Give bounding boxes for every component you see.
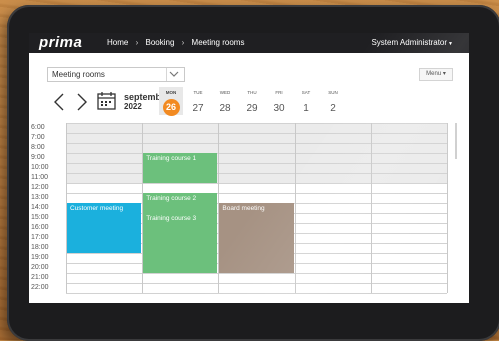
hour-row-line <box>66 153 447 154</box>
calendar-event-training-course-1[interactable]: Training course 1 <box>143 153 218 183</box>
event-title: Training course 1 <box>146 155 197 162</box>
breadcrumb-booking[interactable]: Booking <box>145 38 174 47</box>
time-label: 15:00 <box>31 214 49 221</box>
time-label: 19:00 <box>31 254 49 261</box>
calendar-toolbar: Meeting rooms Menu ▾ september 2022 MON 2… <box>29 53 469 123</box>
event-title: Board meeting <box>222 205 265 212</box>
time-label: 12:00 <box>31 184 49 191</box>
day-header-wed[interactable]: WED 28 <box>213 90 237 117</box>
resource-select-value: Meeting rooms <box>52 70 105 79</box>
today-date-badge: 26 <box>162 99 180 116</box>
breadcrumb-separator-icon: › <box>135 38 139 47</box>
time-label: 16:00 <box>31 224 49 231</box>
day-header-sun[interactable]: SUN 2 <box>321 90 345 117</box>
non-working-hours-band <box>66 153 447 183</box>
day-header-fri[interactable]: FRI 30 <box>267 90 291 117</box>
breadcrumb-home[interactable]: Home <box>107 38 128 47</box>
top-navigation-bar: prima Home › Booking › Meeting rooms Sys… <box>29 33 469 53</box>
hour-row-line <box>66 123 447 124</box>
day-header-mon[interactable]: MON 26 <box>159 87 183 116</box>
day-name: TUE <box>193 90 203 95</box>
hour-row-line <box>66 193 447 194</box>
day-name: SUN <box>328 90 338 95</box>
calendar-event-customer-meeting[interactable]: Customer meeting <box>67 203 142 253</box>
calendar-event-board-meeting[interactable]: Board meeting <box>219 203 294 273</box>
time-label: 17:00 <box>31 234 49 241</box>
hour-row-line <box>66 173 447 174</box>
tablet-screen: prima Home › Booking › Meeting rooms Sys… <box>29 33 469 303</box>
event-title: Training course 2 <box>146 195 197 202</box>
day-name: FRI <box>275 90 283 95</box>
room-column-divider <box>370 123 372 293</box>
scrollbar-thumb[interactable] <box>455 123 457 159</box>
time-label: 22:00 <box>31 284 49 291</box>
time-label: 8:00 <box>31 144 45 151</box>
event-title: Customer meeting <box>70 205 124 212</box>
event-title: Training course 3 <box>146 215 197 222</box>
time-label: 9:00 <box>31 154 45 161</box>
hour-row-line <box>66 143 447 144</box>
caret-down-icon: ▼ <box>448 41 453 47</box>
day-date: 1 <box>303 103 309 114</box>
day-date: 28 <box>219 103 231 114</box>
time-label: 10:00 <box>31 164 49 171</box>
breadcrumb-meeting-rooms[interactable]: Meeting rooms <box>192 38 245 47</box>
day-date: 27 <box>192 103 204 114</box>
user-name: System Administrator <box>371 38 448 47</box>
calendar-event-training-course-3[interactable]: Training course 3 <box>143 213 218 273</box>
day-header-tue[interactable]: TUE 27 <box>186 90 210 117</box>
time-label: 20:00 <box>31 264 49 271</box>
time-label: 6:00 <box>31 124 45 131</box>
calendar-icon[interactable] <box>97 91 116 110</box>
menu-button[interactable]: Menu ▾ <box>419 68 453 81</box>
user-menu[interactable]: System Administrator▼ <box>371 38 453 49</box>
day-name: THU <box>247 90 257 95</box>
menu-button-label: Menu <box>426 71 442 77</box>
time-label: 13:00 <box>31 194 49 201</box>
time-label: 14:00 <box>31 204 49 211</box>
day-name: MON <box>165 90 177 95</box>
day-date: 2 <box>330 103 336 114</box>
breadcrumb-separator-icon: › <box>181 38 185 47</box>
day-date: 29 <box>246 103 258 114</box>
week-calendar-grid: 6:00 7:00 8:00 9:00 10:00 11:00 12:00 13:00 14:0… <box>29 123 469 303</box>
day-name: SAT <box>301 90 311 95</box>
hour-row-line <box>66 133 447 134</box>
time-label: 11:00 <box>31 174 48 181</box>
hour-row-line <box>66 293 447 294</box>
next-week-button[interactable] <box>75 93 89 111</box>
day-header-sat[interactable]: SAT 1 <box>294 90 318 117</box>
hour-row-line <box>66 183 447 184</box>
day-name: WED <box>219 90 231 95</box>
room-column-divider <box>447 123 448 293</box>
chevron-down-icon <box>166 68 181 81</box>
time-label: 18:00 <box>31 244 49 251</box>
previous-week-button[interactable] <box>52 93 66 111</box>
hour-row-line <box>66 283 447 284</box>
hour-row-line <box>66 163 447 164</box>
resource-select[interactable]: Meeting rooms <box>47 67 185 82</box>
prima-logo[interactable]: prima <box>39 34 82 51</box>
time-label: 7:00 <box>31 134 45 141</box>
hour-row-line <box>66 273 447 274</box>
room-column-divider <box>294 123 296 293</box>
calendar-event-training-course-2[interactable]: Training course 2 <box>143 193 218 213</box>
day-header-thu[interactable]: THU 29 <box>240 90 264 117</box>
time-label: 21:00 <box>31 274 49 281</box>
non-working-hours-band <box>66 123 447 153</box>
current-year: 2022 <box>124 102 142 111</box>
day-date: 30 <box>273 103 285 114</box>
breadcrumb: Home › Booking › Meeting rooms <box>107 38 244 48</box>
